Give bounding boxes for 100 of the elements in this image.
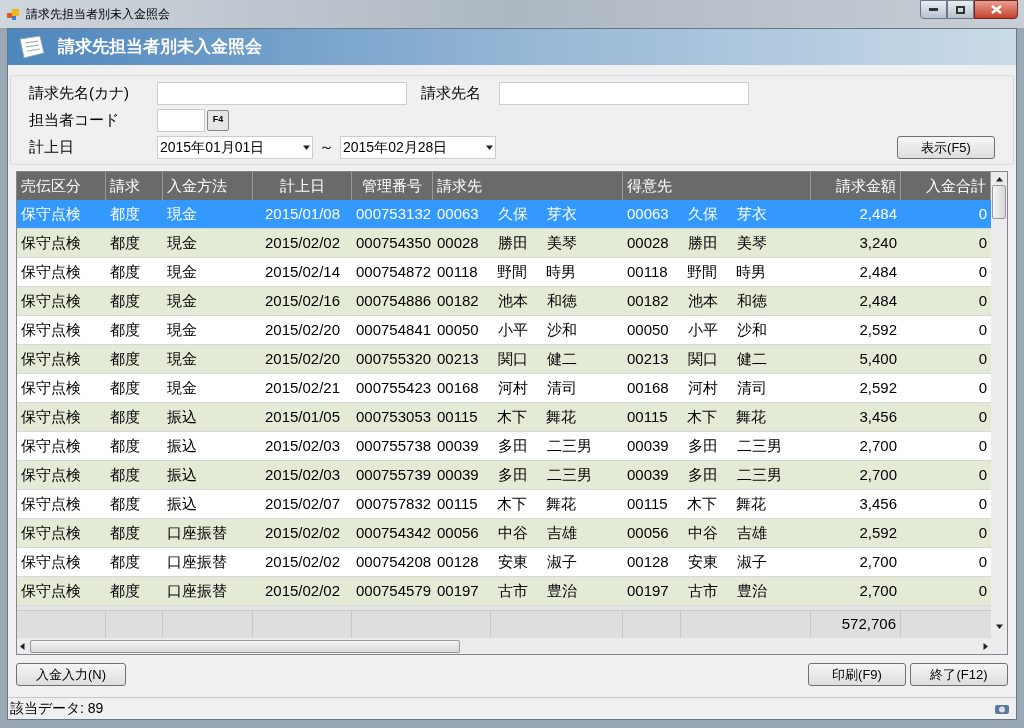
scrollbar-thumb[interactable] [30,639,460,653]
horizontal-scrollbar[interactable] [17,638,991,654]
table-cell-text: 保守点検 [21,464,81,485]
table-cell-text: 3,456 [859,406,897,427]
table-cell-text: 00128 安東 淑子 [627,551,768,572]
show-button[interactable]: 表示(F5) [897,136,995,160]
table-cell-text: 2,700 [859,580,897,601]
table-cell-text: 現金 [167,377,197,398]
table-cell-text: 都度 [110,493,140,514]
table-cell-text: 0 [978,261,987,282]
scrollbar-thumb[interactable] [992,185,1006,219]
exit-button[interactable]: 終了(F12) [910,663,1008,686]
table-cell-text: 00213 関口 健二 [437,348,578,369]
table-cell-text: 都度 [110,522,140,543]
table-cell-text: 2015/02/02 [264,551,341,572]
table-cell-text: 00182 池本 和徳 [627,290,768,311]
close-icon [990,5,1002,14]
field-label: 請求先名(カナ) [29,82,130,103]
table-cell-text: 00028 勝田 美琴 [437,232,578,253]
table-cell-text: 00128 安東 淑子 [437,551,578,572]
table-cell-text: 2,484 [859,261,897,282]
table-row[interactable]: 保守点検 都度 現金 2015/02/02 000754350 00028 勝田 美琴 00028 勝田 美琴 3,240 0 [17,229,991,258]
vertical-scrollbar[interactable] [991,172,1007,654]
dropdown-arrow-icon [303,143,310,151]
date-picker[interactable]: 2015年02月28日 [340,135,496,159]
table-cell-text: 2015/02/20 [264,348,341,369]
table-cell-text: 保守点検 [21,551,81,572]
input-field[interactable] [499,81,749,105]
lookup-button[interactable]: F4 [207,109,229,131]
table-cell-text: 00197 古市 豊治 [627,580,768,601]
table-cell-text: 保守点検 [21,406,81,427]
table-cell-text: 2015/02/14 [264,261,341,282]
table-cell-text: 0 [978,522,987,543]
dropdown-arrow-icon [486,143,493,151]
table-cell-text: 2015/02/07 [264,493,341,514]
table-cell-text: 000755739 [356,464,432,485]
table-cell-text: 振込 [167,464,197,485]
table-cell-text: 0 [978,435,987,456]
deposit-entry-button[interactable]: 入金入力(N) [16,663,126,686]
table-cell-text: 000754841 [356,319,432,340]
close-button[interactable] [974,0,1018,19]
table-cell-text: 都度 [110,435,140,456]
table-cell-text: 2015/01/05 [264,406,341,427]
table-cell-text: 2,592 [859,522,897,543]
table-cell-text: 000754886 [356,290,432,311]
table-cell-text: 0 [978,464,987,485]
table-cell-text: 000754579 [356,580,432,601]
minimize-button[interactable] [920,0,947,19]
table-row[interactable]: 保守点検 都度 振込 2015/02/03 000755738 00039 多田 二三男 00039 多田 二三男 2,700 0 [17,432,991,461]
table-cell-text: 00197 古市 豊治 [437,580,578,601]
table-cell-text: 口座振替 [167,522,227,543]
table-row[interactable]: 保守点検 都度 現金 2015/02/20 000755320 00213 関口 健二 00213 関口 健二 5,400 0 [17,345,991,374]
table-cell-text: 00056 中谷 吉雄 [627,522,768,543]
table-cell-text: 現金 [167,290,197,311]
table-cell-text: 0 [978,493,987,514]
input-field[interactable] [157,81,407,105]
table-row[interactable]: 保守点検 都度 振込 2015/02/07 000757832 00115 木下 舞花 00115 木下 舞花 3,456 0 [17,490,991,519]
table-cell-text: 5,400 [859,348,897,369]
scroll-left-icon [19,642,26,650]
table-cell-text: 2015/01/08 [264,203,341,224]
table-row[interactable]: 保守点検 都度 口座振替 2015/02/02 000754342 00056 中谷 吉雄 00056 中谷 吉雄 2,592 0 [17,519,991,548]
table-cell-text: 都度 [110,232,140,253]
table-cell-text: 2,592 [859,377,897,398]
camera-icon [994,702,1010,715]
table-cell-text: 000753132 [356,203,432,224]
table-cell-text: 保守点検 [21,319,81,340]
table-cell-text: 000754342 [356,522,432,543]
print-button[interactable]: 印刷(F9) [808,663,906,686]
table-cell-text: 000755423 [356,377,432,398]
table-cell-text: 保守点検 [21,261,81,282]
table-cell-text: 000754350 [356,232,432,253]
table-cell-text: 現金 [167,348,197,369]
table-row[interactable]: 保守点検 都度 現金 2015/02/20 000754841 00050 小平 沙和 00050 小平 沙和 2,592 0 [17,316,991,345]
table-cell-text: 保守点検 [21,580,81,601]
table-cell-text: 000755320 [356,348,432,369]
table-cell-text: 3,240 [859,232,897,253]
maximize-button[interactable] [947,0,974,19]
table-cell-text: 2015/02/02 [264,580,341,601]
table-cell-text: 2,700 [859,551,897,572]
table-row[interactable]: 保守点検 都度 現金 2015/02/16 000754886 00182 池本 和徳 00182 池本 和徳 2,484 0 [17,287,991,316]
table-row[interactable]: 保守点検 都度 現金 2015/02/21 000755423 00168 河村 清司 00168 河村 清司 2,592 0 [17,374,991,403]
table-cell-text: 振込 [167,435,197,456]
input-field[interactable] [157,108,205,132]
table-row[interactable]: 保守点検 都度 振込 2015/02/03 000755739 00039 多田 二三男 00039 多田 二三男 2,700 0 [17,461,991,490]
table-row[interactable]: 保守点検 都度 現金 2015/02/14 000754872 00118 野間 時男 00118 野間 時男 2,484 0 [17,258,991,287]
field-label: 計上日 [29,136,75,157]
table-row[interactable]: 保守点検 都度 口座振替 2015/02/02 000754579 00197 古市 豊治 00197 古市 豊治 2,700 0 [17,577,991,606]
table-cell-text: 00039 多田 二三男 [437,435,593,456]
table-row[interactable]: 保守点検 都度 口座振替 2015/02/02 000754208 00128 安東 淑子 00128 安東 淑子 2,700 0 [17,548,991,577]
date-picker[interactable]: 2015年01月01日 [157,135,313,159]
table-cell-text: 000753053 [356,406,432,427]
table-cell-text: 00213 関口 健二 [627,348,768,369]
table-cell-text: 00168 河村 清司 [627,377,768,398]
table-cell-text: 現金 [167,232,197,253]
table-cell-text: 都度 [110,464,140,485]
table-row[interactable]: 保守点検 都度 振込 2015/01/05 000753053 00115 木下 舞花 00115 木下 舞花 3,456 0 [17,403,991,432]
table-cell-text: 2,592 [859,319,897,340]
table-cell-text: 保守点検 [21,232,81,253]
table-cell-text: 000755738 [356,435,432,456]
table-cell-text: 0 [978,377,987,398]
